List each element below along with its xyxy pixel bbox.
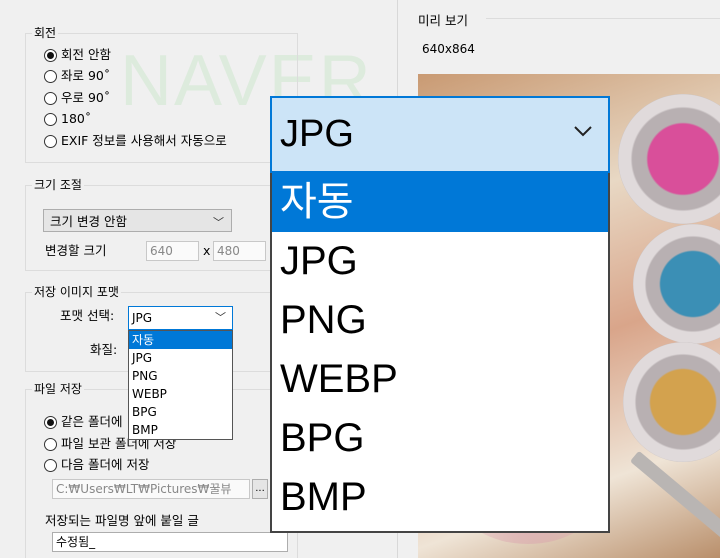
radio-icon (44, 458, 57, 472)
resize-size-label: 변경할 크기 (45, 243, 107, 258)
rotation-title: 회전 (32, 25, 59, 41)
format-option[interactable]: BMP (129, 421, 232, 439)
format-title: 저장 이미지 포맷 (32, 284, 121, 300)
rotation-option-none[interactable]: 회전 안함 (44, 46, 111, 64)
chevron-down-icon: ﹀ (213, 216, 224, 229)
zoomed-format-option[interactable]: JPG (272, 232, 608, 291)
format-select[interactable]: JPG ﹀ (128, 306, 233, 330)
resize-height-input[interactable]: 480 (213, 241, 266, 261)
format-option[interactable]: JPG (129, 349, 232, 367)
format-option[interactable]: BPG (129, 403, 232, 421)
zoomed-format-option[interactable]: PNG (272, 291, 608, 350)
zoomed-format-option[interactable]: WEBP (272, 350, 608, 409)
save-option-same-folder[interactable]: 같은 폴더에 (44, 413, 122, 431)
radio-icon (44, 112, 57, 126)
cosmetic-pot-pink (618, 94, 720, 224)
format-option[interactable]: WEBP (129, 385, 232, 403)
divider (486, 18, 720, 19)
rotation-option-180[interactable]: 180˚ (44, 110, 91, 128)
prefix-label: 저장되는 파일명 앞에 붙일 글 (45, 513, 199, 528)
resize-x-label: x (203, 243, 211, 258)
resize-title: 크기 조절 (32, 177, 84, 193)
chevron-down-icon (574, 126, 592, 137)
radio-icon (44, 134, 57, 148)
cosmetic-pot-gold (623, 342, 720, 462)
resize-width-input[interactable]: 640 (146, 241, 199, 261)
preview-size: 640x864 (422, 42, 475, 56)
format-option[interactable]: 자동 (129, 331, 232, 349)
preview-title: 미리 보기 (418, 13, 468, 28)
chevron-down-icon: ﹀ (215, 311, 226, 324)
rotation-option-exif[interactable]: EXIF 정보를 사용해서 자동으로 (44, 132, 227, 150)
save-title: 파일 저장 (32, 381, 84, 397)
browse-button[interactable]: ... (252, 479, 268, 499)
quality-label: 화질: (90, 342, 118, 357)
resize-mode-select[interactable]: 크기 변경 안함 ﹀ (43, 209, 232, 232)
radio-icon (44, 415, 57, 429)
rotation-option-left90[interactable]: 좌로 90˚ (44, 67, 110, 85)
radio-icon (44, 91, 57, 105)
cosmetic-pot-blue (633, 224, 720, 344)
radio-icon (44, 48, 57, 62)
radio-icon (44, 437, 57, 451)
prefix-input[interactable]: 수정됨_ (52, 532, 288, 552)
zoomed-format-option[interactable]: BMP (272, 468, 608, 527)
cosmetic-brush (629, 450, 720, 552)
radio-icon (44, 69, 57, 83)
zoomed-format-select[interactable]: JPG (270, 96, 610, 173)
rotation-option-right90[interactable]: 우로 90˚ (44, 89, 110, 107)
folder-path-input[interactable]: C:₩Users₩LT₩Pictures₩꿀뷰 (52, 479, 250, 499)
save-option-next-folder[interactable]: 다음 폴더에 저장 (44, 456, 149, 474)
format-dropdown-list: 자동 JPG PNG WEBP BPG BMP (128, 330, 233, 440)
format-option[interactable]: PNG (129, 367, 232, 385)
zoomed-format-option[interactable]: BPG (272, 409, 608, 468)
zoomed-format-list: 자동 JPG PNG WEBP BPG BMP (270, 173, 610, 533)
zoomed-format-option[interactable]: 자동 (272, 173, 608, 232)
format-select-label: 포맷 선택: (60, 308, 115, 323)
